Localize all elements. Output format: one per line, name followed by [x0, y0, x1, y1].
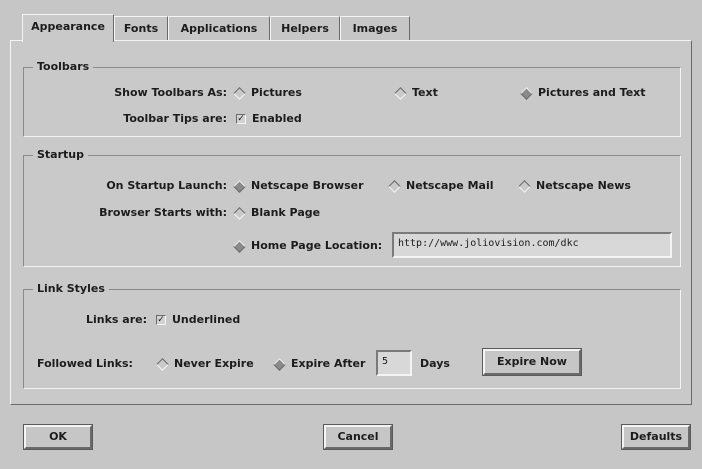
tab-label: Appearance — [31, 20, 105, 33]
link-styles-legend: Link Styles — [33, 282, 109, 295]
radio-text-label[interactable]: Text — [412, 86, 438, 99]
followed-links-label: Followed Links: — [37, 357, 133, 370]
cancel-button[interactable]: Cancel — [324, 425, 392, 449]
toolbar-tips-checkbox-label[interactable]: Enabled — [252, 112, 302, 125]
link-styles-group — [23, 289, 681, 389]
links-are-label: Links are: — [85, 313, 147, 326]
expire-days-input[interactable]: 5 — [376, 350, 412, 376]
radio-never-expire-label[interactable]: Never Expire — [174, 357, 254, 370]
underlined-checkbox[interactable]: ✓ — [156, 315, 166, 325]
expire-now-button[interactable]: Expire Now — [483, 349, 581, 375]
tab-label: Applications — [180, 22, 258, 35]
tab-fonts[interactable]: Fonts — [114, 16, 168, 40]
defaults-button[interactable]: Defaults — [622, 425, 690, 449]
toolbars-legend: Toolbars — [33, 60, 94, 73]
toolbar-tips-label: Toolbar Tips are: — [123, 112, 227, 125]
home-page-url-input[interactable]: http://www.joliovision.com/dkc — [392, 232, 672, 258]
tab-appearance[interactable]: Appearance — [22, 14, 114, 42]
radio-pictures-label[interactable]: Pictures — [251, 86, 302, 99]
ok-button[interactable]: OK — [24, 425, 92, 449]
appearance-panel: Toolbars Show Toolbars As: Pictures Text… — [10, 40, 692, 405]
radio-home-page-label[interactable]: Home Page Location: — [251, 239, 382, 252]
toolbars-group — [23, 67, 681, 137]
startup-legend: Startup — [33, 148, 88, 161]
tab-label: Fonts — [123, 22, 159, 35]
underlined-checkbox-label[interactable]: Underlined — [172, 313, 240, 326]
browser-starts-label: Browser Starts with: — [99, 206, 227, 219]
tab-applications[interactable]: Applications — [168, 16, 270, 40]
radio-netscape-news-label[interactable]: Netscape News — [536, 179, 631, 192]
radio-pictures-and-text-label[interactable]: Pictures and Text — [538, 86, 646, 99]
radio-netscape-browser-label[interactable]: Netscape Browser — [251, 179, 364, 192]
tab-images[interactable]: Images — [340, 16, 410, 40]
tab-helpers[interactable]: Helpers — [270, 16, 340, 40]
days-label: Days — [420, 357, 450, 370]
toolbar-tips-checkbox[interactable]: ✓ — [236, 114, 246, 124]
tab-label: Images — [352, 22, 398, 35]
radio-netscape-mail-label[interactable]: Netscape Mail — [406, 179, 494, 192]
show-toolbars-label: Show Toolbars As: — [114, 86, 227, 99]
radio-blank-page-label[interactable]: Blank Page — [251, 206, 320, 219]
radio-expire-after-label[interactable]: Expire After — [291, 357, 365, 370]
tab-label: Helpers — [281, 22, 329, 35]
startup-launch-label: On Startup Launch: — [106, 179, 227, 192]
